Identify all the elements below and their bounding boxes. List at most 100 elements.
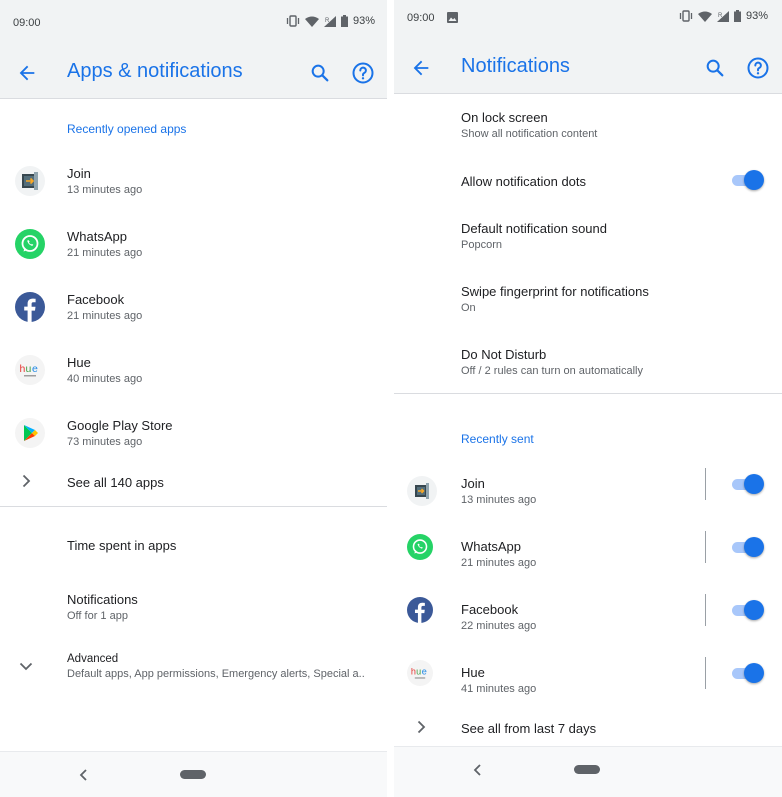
svg-text:e: e (422, 667, 427, 677)
app-row-whatsapp[interactable]: WhatsApp 21 minutes ago (0, 216, 387, 276)
app-last-sent: 41 minutes ago (461, 683, 537, 695)
home-pill-button[interactable] (180, 770, 206, 779)
cell-signal-icon: R (716, 10, 729, 22)
app-last-opened: 40 minutes ago (67, 373, 143, 385)
status-time: 09:00 (407, 12, 435, 24)
status-time: 09:00 (13, 17, 41, 29)
app-name: WhatsApp (461, 539, 521, 554)
advanced-title: Advanced (67, 653, 119, 665)
app-last-sent: 13 minutes ago (461, 494, 537, 506)
see-all-apps-button[interactable]: See all 140 apps (0, 455, 387, 507)
time-spent-in-apps-item[interactable]: Time spent in apps (0, 518, 387, 570)
app-name: Hue (67, 355, 91, 370)
join-notifications-toggle[interactable] (730, 474, 764, 494)
divider (394, 393, 782, 394)
facebook-notifications-toggle[interactable] (730, 600, 764, 620)
setting-swipe-fingerprint[interactable]: Swipe fingerprint for notifications On (394, 271, 782, 331)
navigation-bar (0, 751, 387, 797)
app-name: Facebook (67, 292, 125, 307)
app-last-sent: 21 minutes ago (461, 557, 537, 569)
setting-summary: Popcorn (461, 239, 502, 251)
svg-text:R: R (718, 13, 723, 19)
vibrate-icon (679, 10, 693, 22)
app-name: Hue (461, 665, 485, 680)
whatsapp-icon (407, 534, 433, 560)
recent-app-row-join[interactable]: Join 13 minutes ago (394, 463, 782, 523)
see-all-recent-button[interactable]: See all from last 7 days (394, 703, 782, 746)
setting-title: Swipe fingerprint for notifications (461, 284, 649, 299)
app-bar: Notifications (394, 41, 782, 94)
help-icon[interactable] (351, 61, 375, 85)
search-icon[interactable] (704, 57, 726, 79)
setting-title: Allow notification dots (461, 174, 587, 189)
vertical-separator (705, 531, 706, 563)
app-row-facebook[interactable]: Facebook 21 minutes ago (0, 279, 387, 339)
facebook-icon (407, 597, 433, 623)
svg-text:h: h (411, 667, 416, 677)
toggle-thumb (744, 600, 764, 620)
vertical-separator (705, 657, 706, 689)
app-row-hue[interactable]: hue Hue 40 minutes ago (0, 342, 387, 402)
app-name: Join (67, 166, 91, 181)
app-name: Facebook (461, 602, 519, 617)
notification-dots-toggle[interactable] (730, 170, 764, 190)
back-arrow-icon[interactable] (410, 57, 432, 79)
setting-summary: Show all notification content (461, 128, 598, 140)
system-icons: R 93% (679, 10, 768, 22)
vertical-separator (705, 594, 706, 626)
app-last-opened: 73 minutes ago (67, 436, 143, 448)
home-pill-button[interactable] (574, 765, 600, 774)
setting-summary: On (461, 302, 476, 314)
cell-signal-icon: R (323, 15, 336, 27)
nav-back-icon[interactable] (472, 764, 484, 776)
recent-app-row-facebook[interactable]: Facebook 22 minutes ago (394, 589, 782, 649)
notifications-item[interactable]: Notifications Off for 1 app (0, 579, 387, 639)
whatsapp-notifications-toggle[interactable] (730, 537, 764, 557)
recent-app-row-whatsapp[interactable]: WhatsApp 21 minutes ago (394, 526, 782, 586)
advanced-item[interactable]: Advanced Default apps, App permissions, … (0, 644, 387, 704)
status-bar: 09:00 R 93% (0, 0, 387, 46)
hue-notifications-toggle[interactable] (730, 663, 764, 683)
page-title: Notifications (461, 55, 570, 77)
apps-notifications-screen: 09:00 R 93% Apps & notifications Recentl… (0, 0, 387, 797)
chevron-right-icon (417, 720, 426, 734)
app-row-join[interactable]: Join 13 minutes ago (0, 153, 387, 213)
back-arrow-icon[interactable] (16, 62, 38, 84)
notifications-summary: Off for 1 app (67, 610, 128, 622)
play-store-icon (15, 418, 45, 448)
navigation-bar (394, 746, 782, 797)
toggle-thumb (744, 537, 764, 557)
divider (0, 506, 387, 507)
svg-text:R: R (325, 18, 330, 24)
battery-icon (340, 15, 348, 27)
battery-percent: 93% (352, 15, 375, 27)
search-icon[interactable] (309, 62, 331, 84)
app-last-opened: 21 minutes ago (67, 247, 143, 259)
join-icon (407, 476, 437, 506)
status-bar: 09:00 R 93% (394, 0, 782, 41)
setting-default-notification-sound[interactable]: Default notification sound Popcorn (394, 208, 782, 268)
app-name: Google Play Store (67, 418, 173, 433)
setting-title: Do Not Disturb (461, 347, 547, 362)
image-notification-icon (447, 12, 458, 23)
help-icon[interactable] (746, 56, 770, 80)
svg-text:u: u (26, 363, 32, 375)
vibrate-icon (286, 15, 300, 27)
svg-text:e: e (32, 363, 38, 375)
toggle-thumb (744, 474, 764, 494)
advanced-summary: Default apps, App permissions, Emergency… (67, 668, 365, 680)
notifications-screen: 09:00 R 93% Notifications On lock screen… (394, 0, 782, 797)
see-all-apps-label: See all 140 apps (67, 475, 164, 490)
wifi-icon (697, 11, 712, 22)
chevron-right-icon (22, 474, 31, 488)
setting-do-not-disturb[interactable]: Do Not Disturb Off / 2 rules can turn on… (394, 334, 782, 394)
nav-back-icon[interactable] (78, 769, 90, 781)
section-recently-opened-apps: Recently opened apps (67, 122, 187, 136)
setting-on-lock-screen[interactable]: On lock screen Show all notification con… (394, 97, 782, 157)
svg-text:u: u (416, 667, 421, 677)
toggle-thumb (744, 170, 764, 190)
hue-icon: hue (407, 660, 433, 686)
app-name: WhatsApp (67, 229, 127, 244)
setting-title: On lock screen (461, 110, 548, 125)
app-last-sent: 22 minutes ago (461, 620, 537, 632)
